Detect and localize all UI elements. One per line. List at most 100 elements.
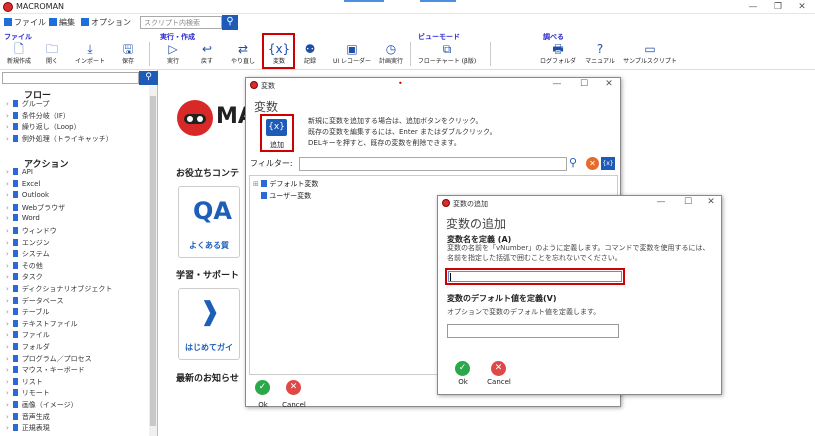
flow-item[interactable]: › 繰り返し（Loop）	[6, 122, 81, 132]
schedule-button[interactable]: ◷ 計画実行	[376, 42, 406, 65]
expand-chevron-icon[interactable]: ›	[6, 100, 9, 108]
menu-file[interactable]: ファイル	[4, 17, 46, 28]
cancel-button[interactable]: ✕	[286, 380, 301, 395]
add-maximize-button[interactable]: ☐	[677, 197, 699, 207]
action-item[interactable]: › その他	[6, 261, 43, 271]
action-item[interactable]: › Excel	[6, 179, 40, 188]
flow-item[interactable]: › 条件分岐（IF）	[6, 111, 70, 121]
tree-item-default[interactable]: ⊞ デフォルト変数	[253, 179, 318, 189]
menu-edit[interactable]: 編集	[49, 17, 75, 28]
expand-chevron-icon[interactable]: ›	[6, 204, 9, 212]
action-item[interactable]: › Word	[6, 214, 40, 222]
action-item[interactable]: › テキストファイル	[6, 319, 78, 329]
expand-chevron-icon[interactable]: ›	[6, 112, 9, 120]
faq-card[interactable]: QA よくある質	[178, 186, 240, 258]
action-item[interactable]: › Webブラウザ	[6, 203, 65, 213]
action-item[interactable]: › ウィンドウ	[6, 226, 57, 236]
expand-chevron-icon[interactable]: ›	[6, 239, 9, 247]
action-item[interactable]: › Outlook	[6, 191, 49, 199]
expand-chevron-icon[interactable]: ›	[6, 191, 9, 199]
expand-chevron-icon[interactable]: ›	[6, 343, 9, 351]
run-button[interactable]: ▷ 実行	[158, 42, 188, 65]
expand-chevron-icon[interactable]: ›	[6, 320, 9, 328]
tree-item-user[interactable]: ユーザー変数	[261, 191, 311, 201]
flowchart-button[interactable]: ⧉ フローチャート (β版)	[416, 42, 478, 65]
action-item[interactable]: › エンジン	[6, 238, 50, 248]
getting-started-card[interactable]: ❱ はじめてガイ	[178, 288, 240, 360]
expand-chevron-icon[interactable]: ›	[6, 168, 9, 176]
variable-name-input[interactable]	[448, 271, 622, 282]
action-item[interactable]: › タスク	[6, 272, 43, 282]
import-button[interactable]: ⤓ インポート	[75, 42, 105, 65]
action-item[interactable]: › ディクショナリオブジェクト	[6, 284, 112, 294]
action-item[interactable]: › 音声生成	[6, 412, 50, 422]
expand-chevron-icon[interactable]: ›	[6, 214, 9, 222]
new-button[interactable]: 🗋 新規作成	[4, 42, 34, 65]
expand-chevron-icon[interactable]: ›	[6, 297, 9, 305]
action-item[interactable]: › フォルダ	[6, 342, 50, 352]
expand-chevron-icon[interactable]: ›	[6, 262, 9, 270]
default-value-input[interactable]	[447, 324, 619, 338]
action-item[interactable]: › リモート	[6, 388, 50, 398]
add-cancel-button[interactable]: ✕	[491, 361, 506, 376]
record-button[interactable]: ⚉ 記録	[295, 42, 325, 65]
expand-chevron-icon[interactable]: ›	[6, 424, 9, 432]
add-variable-button[interactable]: {x} 追加	[260, 114, 294, 152]
expand-chevron-icon[interactable]: ›	[6, 250, 9, 258]
search-icon[interactable]: ⚲	[139, 71, 158, 85]
log-folder-button[interactable]: 🖶 ログフォルダ	[538, 42, 578, 65]
flow-item[interactable]: › 例外処理（トライキャッチ）	[6, 134, 113, 144]
expand-chevron-icon[interactable]: ›	[6, 413, 9, 421]
expand-chevron-icon[interactable]: ›	[6, 331, 9, 339]
var-maximize-button[interactable]: ☐	[573, 79, 595, 89]
action-item[interactable]: › マウス・キーボード	[6, 365, 85, 375]
scrollbar-thumb[interactable]	[150, 96, 156, 426]
expand-chevron-icon[interactable]: ›	[6, 135, 9, 143]
action-item[interactable]: › API	[6, 168, 33, 176]
add-ok-button[interactable]: ✓	[455, 361, 470, 376]
expand-chevron-icon[interactable]: ›	[6, 273, 9, 281]
filter-input[interactable]	[299, 157, 567, 171]
menu-options[interactable]: オプション	[81, 17, 131, 28]
save-button[interactable]: 🖫 保存	[113, 42, 143, 65]
action-item[interactable]: › システム	[6, 249, 50, 259]
action-item[interactable]: › ファイル	[6, 330, 50, 340]
action-item[interactable]: › リスト	[6, 377, 43, 387]
expand-chevron-icon[interactable]: ›	[6, 180, 9, 188]
ui-recorder-button[interactable]: ▣ UI レコーダー	[331, 42, 373, 65]
open-button[interactable]: 🗀 開く	[37, 42, 67, 65]
action-item[interactable]: › データベース	[6, 296, 63, 306]
expand-chevron-icon[interactable]: ›	[6, 308, 9, 316]
var-close-button[interactable]: ✕	[598, 79, 620, 89]
close-button[interactable]: ✕	[791, 1, 813, 13]
command-search-input[interactable]	[2, 72, 139, 84]
expand-chevron-icon[interactable]: ›	[6, 285, 9, 293]
minimize-button[interactable]: —	[742, 1, 764, 13]
expand-chevron-icon[interactable]: ›	[6, 378, 9, 386]
ok-button[interactable]: ✓	[255, 380, 270, 395]
script-search-input[interactable]: スクリプト内検索	[140, 16, 222, 29]
search-icon[interactable]: ⚲	[222, 15, 238, 30]
undo-button[interactable]: ↩ 戻す	[192, 42, 222, 65]
expand-chevron-icon[interactable]: ›	[6, 389, 9, 397]
action-item[interactable]: › 正規表現	[6, 423, 50, 433]
manual-button[interactable]: ? マニュアル	[583, 42, 617, 65]
flow-item[interactable]: › グループ	[6, 99, 49, 109]
expand-chevron-icon[interactable]: ›	[6, 123, 9, 131]
expand-chevron-icon[interactable]: ›	[6, 355, 9, 363]
add-close-button[interactable]: ✕	[700, 197, 722, 207]
expand-chevron-icon[interactable]: ›	[6, 227, 9, 235]
action-item[interactable]: › テーブル	[6, 307, 49, 317]
redo-button[interactable]: ⇄ やり直し	[228, 42, 258, 65]
expand-chevron-icon[interactable]: ›	[6, 366, 9, 374]
expand-chevron-icon[interactable]: ›	[6, 401, 9, 409]
action-item[interactable]: › 画像（イメージ）	[6, 400, 78, 410]
add-minimize-button[interactable]: —	[650, 197, 672, 207]
action-item[interactable]: › プログラム／プロセス	[6, 354, 92, 364]
variable-filter-icon[interactable]: {x}	[601, 157, 615, 170]
maximize-button[interactable]: ❐	[767, 1, 789, 13]
var-minimize-button[interactable]: —	[546, 79, 568, 89]
clear-filter-icon[interactable]: ✕	[586, 157, 599, 170]
search-icon[interactable]: ⚲	[569, 156, 577, 169]
sample-script-button[interactable]: ▭ サンプルスクリプト	[622, 42, 678, 65]
